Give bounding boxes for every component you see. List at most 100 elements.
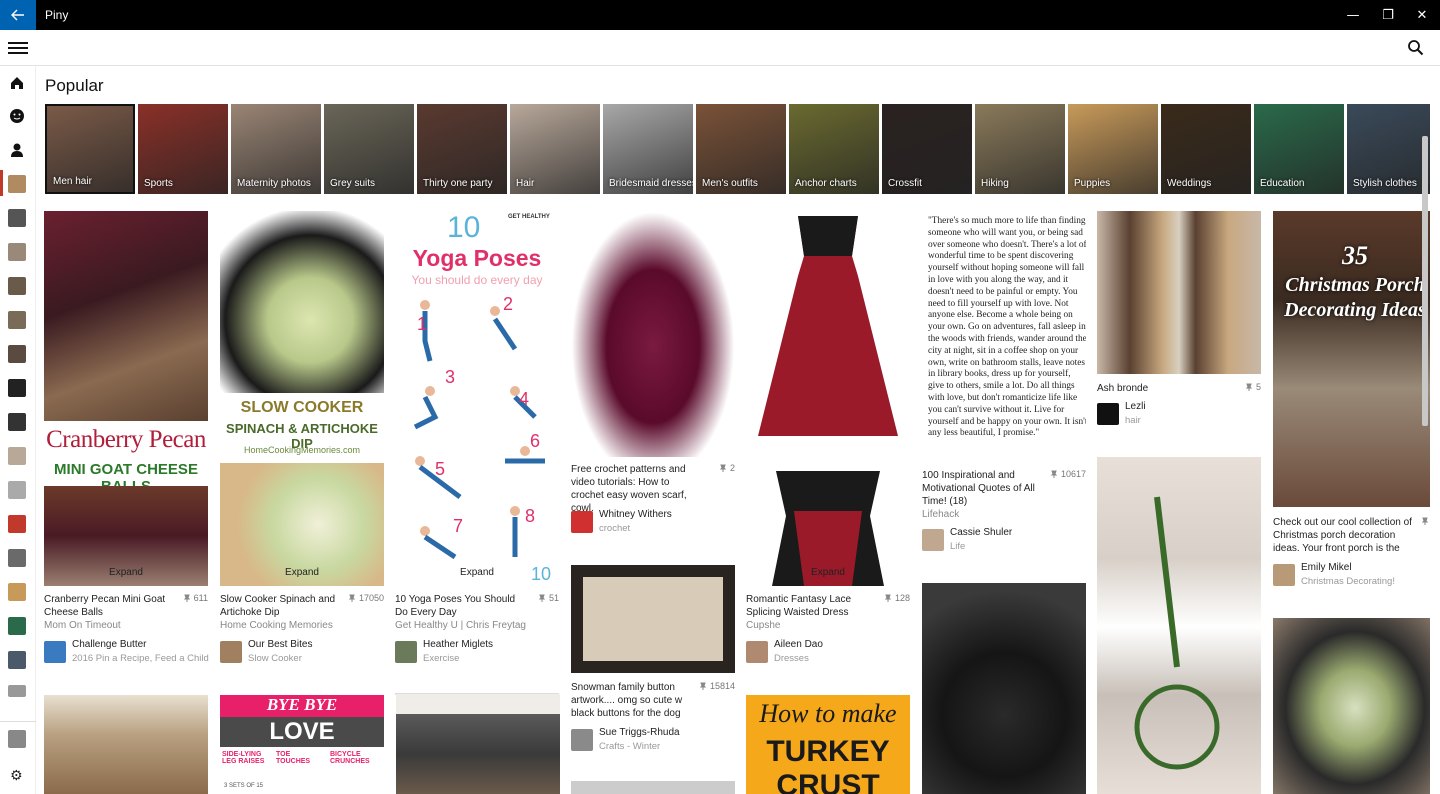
scrollbar[interactable] [1422, 136, 1428, 426]
pin-image[interactable]: How to make TURKEY CRUST [746, 695, 910, 794]
board-thumb-maternity[interactable] [8, 243, 26, 261]
pinner-name[interactable]: Emily Mikel [1301, 562, 1352, 573]
board-name[interactable]: Dresses [774, 653, 809, 664]
category-tile[interactable]: Bridesmaid dresses [603, 104, 693, 194]
repin-count-value: 611 [193, 593, 208, 603]
board-thumb-stylish[interactable] [8, 651, 26, 669]
pinner-name[interactable]: Aileen Dao [774, 639, 823, 650]
board-name[interactable]: Slow Cooker [248, 653, 302, 664]
category-tile[interactable]: Hiking [975, 104, 1065, 194]
board-thumb-thirty-one[interactable] [8, 311, 26, 329]
board-name[interactable]: Exercise [423, 653, 459, 664]
category-label: Stylish clothes [1353, 178, 1417, 189]
pin-image[interactable]: SLOW COOKER SPINACH & ARTICHOKE DIP Home… [220, 211, 384, 586]
category-tile[interactable]: Grey suits [324, 104, 414, 194]
board-thumb-more[interactable] [8, 685, 26, 697]
expand-label[interactable]: Expand [395, 567, 559, 578]
expand-label[interactable]: Expand [746, 567, 910, 578]
smiley-icon [10, 109, 24, 123]
pin-image[interactable]: BYE BYE LOVE HANDLES SIDE-LYING LEG RAIS… [220, 695, 384, 794]
pin-image[interactable]: 35 Christmas Porch Decorating Ideas [1273, 211, 1430, 507]
avatar[interactable] [1097, 403, 1119, 425]
board-thumb-puppies[interactable] [8, 549, 26, 567]
snowman-image[interactable] [571, 565, 735, 673]
pin-image[interactable]: GET HEALTHY 10 Yoga Poses You should do … [395, 211, 559, 586]
category-tile[interactable]: Education [1254, 104, 1344, 194]
category-tile[interactable]: Stylish clothes [1347, 104, 1430, 194]
pinner-name[interactable]: Lezli [1125, 401, 1146, 412]
board-thumb-crossfit[interactable] [8, 481, 26, 499]
board-thumb-anchor[interactable] [8, 447, 26, 465]
pinner-name[interactable]: Challenge Butter [72, 639, 147, 650]
category-label: Grey suits [330, 178, 376, 189]
category-tile[interactable]: Puppies [1068, 104, 1158, 194]
maximize-button[interactable]: ❐ [1371, 0, 1405, 30]
expand-label[interactable]: Expand [220, 567, 384, 578]
back-button[interactable] [0, 0, 36, 30]
close-button[interactable]: ✕ [1405, 0, 1439, 30]
avatar[interactable] [44, 641, 66, 663]
board-thumb-weddings[interactable] [8, 583, 26, 601]
hamburger-menu-icon[interactable] [8, 39, 28, 57]
profile-button[interactable] [9, 142, 25, 163]
minimize-button[interactable]: — [1336, 0, 1370, 30]
home-button[interactable] [9, 75, 25, 96]
board-thumb-men-hair[interactable] [8, 175, 26, 193]
board-name[interactable]: Crafts - Winter [599, 741, 660, 752]
board-name[interactable]: hair [1125, 415, 1141, 426]
avatar[interactable] [746, 641, 768, 663]
board-thumb-grey-suits[interactable] [8, 277, 26, 295]
avatar[interactable] [571, 729, 593, 751]
pin-source: Lifehack [922, 509, 960, 520]
hair-image[interactable] [1097, 211, 1261, 374]
board-name[interactable]: Christmas Decorating! [1301, 576, 1395, 587]
room-photo[interactable] [396, 694, 560, 794]
board-thumb-hair[interactable] [8, 345, 26, 363]
pinner-name[interactable]: Cassie Shuler [950, 527, 1012, 538]
pin-image[interactable]: Cranberry Pecan MINI GOAT CHEESE BALLS [44, 211, 208, 586]
crochet-scarf-image[interactable] [571, 211, 735, 457]
board-thumb-sports[interactable] [8, 209, 26, 227]
following-button[interactable] [9, 108, 25, 129]
board-thumb-hiking[interactable] [8, 515, 26, 533]
board-thumb-mens-outfits[interactable] [8, 413, 26, 431]
expand-label[interactable]: Expand [44, 567, 208, 578]
pinner-name[interactable]: Sue Triggs-Rhuda [599, 727, 680, 738]
board-name[interactable]: Life [950, 541, 965, 552]
category-tile[interactable]: Men hair [45, 104, 135, 194]
category-tile[interactable]: Crossfit [882, 104, 972, 194]
pin-image[interactable] [571, 781, 735, 794]
dress-image[interactable] [746, 211, 910, 586]
user-avatar[interactable] [8, 730, 26, 748]
category-tile[interactable]: Weddings [1161, 104, 1251, 194]
board-name[interactable]: 2016 Pin a Recipe, Feed a Child [72, 653, 209, 664]
avatar[interactable] [571, 511, 593, 533]
category-tile[interactable]: Hair [510, 104, 600, 194]
quote-image[interactable]: "There's so much more to life than findi… [922, 211, 1086, 467]
pinner-name[interactable]: Our Best Bites [248, 639, 312, 650]
pose-number: 4 [519, 389, 530, 409]
pose-number: 6 [530, 431, 541, 451]
category-tile[interactable]: Men's outfits [696, 104, 786, 194]
avatar[interactable] [395, 641, 417, 663]
avatar[interactable] [922, 529, 944, 551]
pinner-name[interactable]: Heather Miglets [423, 639, 493, 650]
avatar[interactable] [220, 641, 242, 663]
board-name[interactable]: crochet [599, 523, 630, 534]
board-thumb-bridesmaid[interactable] [8, 379, 26, 397]
rosemary-image[interactable] [1097, 457, 1261, 794]
category-tile[interactable]: Sports [138, 104, 228, 194]
avatar[interactable] [1273, 564, 1295, 586]
exercise-item: TOE TOUCHES [276, 751, 311, 765]
board-thumb-education[interactable] [8, 617, 26, 635]
category-tile[interactable]: Maternity photos [231, 104, 321, 194]
green-bean-image[interactable] [1273, 618, 1430, 794]
category-tile[interactable]: Thirty one party [417, 104, 507, 194]
pinner-name[interactable]: Whitney Withers [599, 509, 672, 520]
category-tile[interactable]: Anchor charts [789, 104, 879, 194]
search-button[interactable] [1406, 38, 1426, 58]
settings-button[interactable]: ⚙ [10, 768, 23, 784]
pin-card[interactable] [395, 693, 560, 794]
black-cat-image[interactable] [922, 583, 1086, 794]
wrap-photo[interactable] [44, 695, 208, 794]
